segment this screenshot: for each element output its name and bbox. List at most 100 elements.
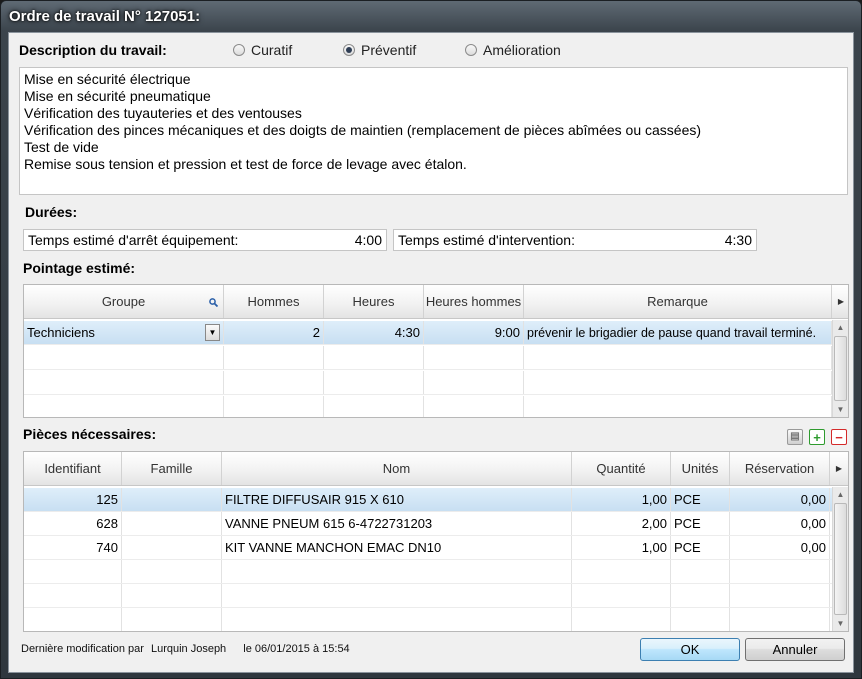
cell-reservation[interactable]: 0,00 (730, 488, 830, 511)
table-row[interactable] (24, 346, 832, 370)
dropdown-arrow-icon[interactable]: ▼ (205, 324, 220, 341)
col-nom[interactable]: Nom (222, 452, 572, 485)
description-line: Mise en sécurité électrique (24, 71, 191, 87)
intervention-value: 4:30 (724, 232, 752, 248)
arret-field[interactable]: Temps estimé d'arrêt équipement: 4:00 (23, 229, 387, 251)
table-row[interactable] (24, 371, 832, 395)
radio-preventif[interactable]: Préventif (343, 42, 416, 58)
cell-identifiant[interactable]: 628 (24, 512, 122, 535)
cell-famille[interactable] (122, 488, 222, 511)
col-identifiant[interactable]: Identifiant (24, 452, 122, 485)
pointage-grid: Groupe Hommes Heures Heures hommes Remar… (23, 284, 849, 418)
cancel-button[interactable]: Annuler (745, 638, 845, 661)
col-reservation[interactable]: Réservation (730, 452, 830, 485)
table-row[interactable] (24, 584, 832, 608)
cell-reservation[interactable]: 0,00 (730, 512, 830, 535)
pieces-header: Identifiant Famille Nom Quantité Unités … (24, 452, 848, 486)
column-chooser-icon[interactable]: ▶ (832, 285, 848, 318)
pointage-header: Groupe Hommes Heures Heures hommes Remar… (24, 285, 848, 319)
table-row[interactable] (24, 608, 832, 631)
modif-label: Dernière modification par (21, 643, 144, 655)
description-line: Vérification des tuyauteries et des vent… (24, 105, 302, 121)
cell-famille[interactable] (122, 536, 222, 559)
cell-unites[interactable]: PCE (671, 512, 730, 535)
modif-date: le 06/01/2015 à 15:54 (243, 643, 350, 655)
modif-user: Lurquin Joseph (150, 643, 227, 655)
cell-unites[interactable]: PCE (671, 536, 730, 559)
description-line: Remise sous tension et pression et test … (24, 156, 467, 172)
pieces-scrollbar[interactable]: ▲ ▼ (832, 487, 848, 631)
intervention-field[interactable]: Temps estimé d'intervention: 4:30 (393, 229, 757, 251)
add-icon[interactable]: + (809, 429, 825, 445)
col-remarque[interactable]: Remarque (524, 285, 832, 318)
radio-button-icon (465, 44, 477, 56)
pointage-label: Pointage estimé: (23, 260, 136, 276)
col-hommes[interactable]: Hommes (224, 285, 324, 318)
durees-label: Durées: (25, 204, 78, 220)
arret-value: 4:00 (354, 232, 382, 248)
cell-nom[interactable]: FILTRE DIFFUSAIR 915 X 610 (222, 488, 572, 511)
radio-curatif[interactable]: Curatif (233, 42, 292, 58)
table-row[interactable]: 628 VANNE PNEUM 615 6-4722731203 2,00 PC… (24, 512, 832, 536)
table-row[interactable]: 125 FILTRE DIFFUSAIR 915 X 610 1,00 PCE … (24, 488, 832, 512)
modification-info: Dernière modification par Lurquin Joseph… (21, 643, 350, 655)
column-chooser-icon[interactable]: ▶ (830, 452, 848, 485)
cell-identifiant[interactable]: 125 (24, 488, 122, 511)
description-line: Vérification des pinces mécaniques et de… (24, 122, 702, 138)
col-groupe-label: Groupe (101, 294, 146, 309)
table-row[interactable]: Techniciens ▼ 2 4:30 9:00 prévenir le br… (24, 321, 832, 345)
col-quantite[interactable]: Quantité (572, 452, 671, 485)
radio-amelioration-label: Amélioration (483, 42, 561, 58)
radio-button-checked-icon (343, 44, 355, 56)
cell-hommes[interactable]: 2 (224, 321, 324, 344)
search-icon[interactable] (209, 298, 218, 307)
ok-button[interactable]: OK (640, 638, 740, 661)
cell-quantite[interactable]: 1,00 (572, 536, 671, 559)
radio-preventif-label: Préventif (361, 42, 417, 58)
intervention-label: Temps estimé d'intervention: (398, 232, 575, 248)
table-row[interactable] (24, 396, 832, 417)
description-line: Mise en sécurité pneumatique (24, 88, 211, 104)
pieces-label: Pièces nécessaires: (23, 426, 157, 442)
radio-button-icon (233, 44, 245, 56)
cell-identifiant[interactable]: 740 (24, 536, 122, 559)
remove-icon[interactable]: − (831, 429, 847, 445)
print-icon[interactable]: ▤ (787, 429, 803, 445)
dialog-body: Description du travail: Curatif Préventi… (8, 32, 854, 673)
col-heures[interactable]: Heures (324, 285, 424, 318)
col-heures-hommes[interactable]: Heures hommes (424, 285, 524, 318)
description-textarea[interactable]: Mise en sécurité électrique Mise en sécu… (19, 67, 848, 195)
dialog-window: Ordre de travail N° 127051: Description … (0, 0, 862, 679)
table-row[interactable]: 740 KIT VANNE MANCHON EMAC DN10 1,00 PCE… (24, 536, 832, 560)
description-label: Description du travail: (19, 42, 167, 58)
window-title: Ordre de travail N° 127051: (9, 8, 201, 25)
scroll-down-icon[interactable]: ▼ (833, 616, 848, 631)
scroll-up-icon[interactable]: ▲ (833, 320, 848, 335)
cell-nom[interactable]: VANNE PNEUM 615 6-4722731203 (222, 512, 572, 535)
col-famille[interactable]: Famille (122, 452, 222, 485)
scroll-up-icon[interactable]: ▲ (833, 487, 848, 502)
cell-heures-hommes[interactable]: 9:00 (424, 321, 524, 344)
pieces-grid: Identifiant Famille Nom Quantité Unités … (23, 451, 849, 632)
cell-remarque[interactable]: prévenir le brigadier de pause quand tra… (524, 321, 832, 344)
cell-reservation[interactable]: 0,00 (730, 536, 830, 559)
cell-nom[interactable]: KIT VANNE MANCHON EMAC DN10 (222, 536, 572, 559)
scroll-thumb[interactable] (834, 336, 847, 401)
table-row[interactable] (24, 560, 832, 584)
cell-groupe-value: Techniciens (27, 325, 95, 340)
radio-curatif-label: Curatif (251, 42, 293, 58)
cell-unites[interactable]: PCE (671, 488, 730, 511)
cell-heures[interactable]: 4:30 (324, 321, 424, 344)
arret-label: Temps estimé d'arrêt équipement: (28, 232, 239, 248)
col-unites[interactable]: Unités (671, 452, 730, 485)
pointage-scrollbar[interactable]: ▲ ▼ (832, 320, 848, 417)
cell-groupe[interactable]: Techniciens ▼ (24, 321, 224, 344)
col-groupe[interactable]: Groupe (24, 285, 224, 318)
scroll-thumb[interactable] (834, 503, 847, 615)
description-line: Test de vide (24, 139, 99, 155)
cell-quantite[interactable]: 1,00 (572, 488, 671, 511)
radio-amelioration[interactable]: Amélioration (465, 42, 561, 58)
cell-quantite[interactable]: 2,00 (572, 512, 671, 535)
scroll-down-icon[interactable]: ▼ (833, 402, 848, 417)
cell-famille[interactable] (122, 512, 222, 535)
